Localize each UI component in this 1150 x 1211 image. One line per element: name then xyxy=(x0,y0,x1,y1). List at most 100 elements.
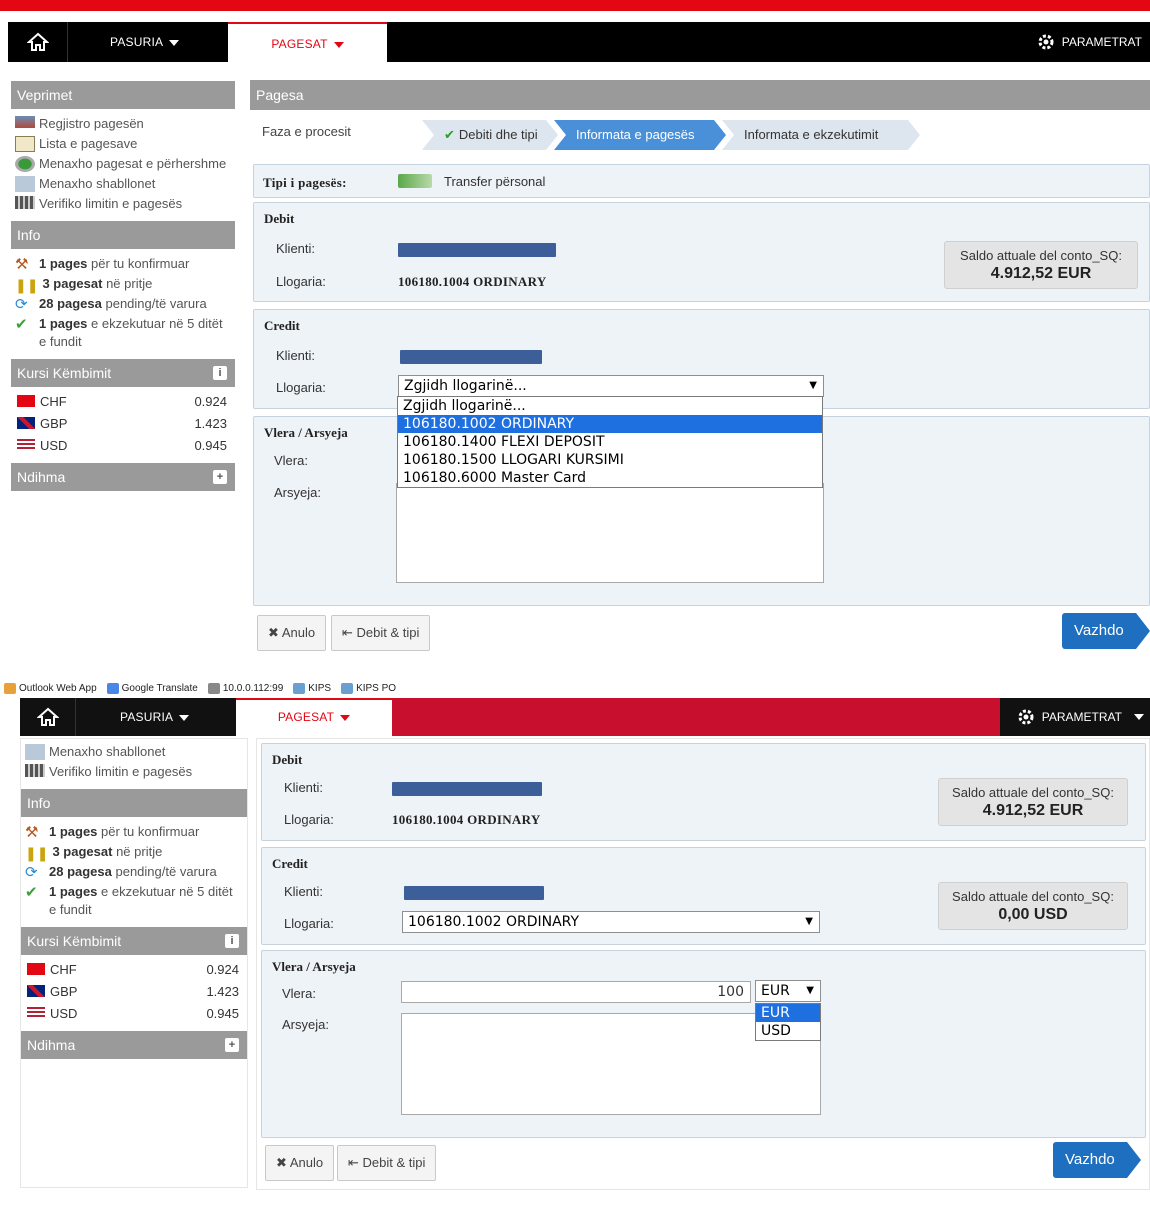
gavel-icon: ⚒ xyxy=(25,824,39,841)
info-to-confirm[interactable]: ⚒ 1 pages për tu konfirmuar xyxy=(25,823,243,841)
info-text: 3 pagesat në pritje xyxy=(52,844,163,859)
info-pending-waiting[interactable]: ⟳ 28 pagesa pending/të varura xyxy=(25,863,243,881)
info-pending[interactable]: ❚❚ 3 pagesat në pritje xyxy=(25,843,243,861)
info-to-confirm[interactable]: ⚒ 1 pages për tu konfirmuar xyxy=(15,255,231,273)
expand-icon[interactable]: + xyxy=(225,1038,239,1052)
credit-panel: Credit Klienti: Llogaria: Zgjidh llogari… xyxy=(253,309,1150,409)
menu-pagesat[interactable]: PAGESAT xyxy=(236,698,392,736)
bookmark-label: 10.0.0.112:99 xyxy=(222,682,284,694)
amount-input[interactable]: 100 xyxy=(401,981,751,1003)
credit-balance: Saldo attuale del conto_SQ: 0,00 USD xyxy=(938,882,1128,930)
info-executed[interactable]: ✔ 1 pages e ekzekutuar në 5 ditët e fundi… xyxy=(25,883,243,919)
settings-menu[interactable]: PARAMETRAT xyxy=(1036,22,1142,62)
sidebar-item-verify-limit[interactable]: Verifiko limitin e pagesës xyxy=(25,763,243,781)
home-icon xyxy=(36,707,59,726)
close-icon: ✖ xyxy=(268,625,279,640)
bookmark-label: KIPS PO xyxy=(356,682,397,694)
info-pending[interactable]: ❚❚ 3 pagesat në pritje xyxy=(15,275,231,293)
currency-select[interactable]: EUR ▼ xyxy=(755,980,821,1002)
bookmark[interactable]: KIPS PO xyxy=(341,682,397,694)
home-button[interactable] xyxy=(20,698,76,736)
sidebar-item-register-payment[interactable]: Regjistro pagesën xyxy=(15,115,231,133)
balance-title: Saldo attuale del conto_SQ: xyxy=(952,785,1114,800)
step-payment-info[interactable]: Informata e pagesës xyxy=(554,120,726,150)
select-value: Zgjidh llogarinë... xyxy=(404,378,527,394)
info-list: ⚒ 1 pages për tu konfirmuar ❚❚ 3 pagesat n… xyxy=(21,817,247,927)
sidebar-item-verify-limit[interactable]: Verifiko limitin e pagesës xyxy=(15,195,231,213)
continue-label: Vazhdo xyxy=(1074,622,1124,639)
payment-type-value: Transfer përsonal xyxy=(444,174,546,189)
debit-panel: Debit Klienti: Llogaria: 106180.1004 ORD… xyxy=(253,202,1150,302)
bookmark[interactable]: Google Translate xyxy=(106,682,198,694)
back-button[interactable]: ⇤ Debit & tipi xyxy=(331,615,431,651)
option[interactable]: USD xyxy=(756,1022,820,1040)
swiss-flag-icon xyxy=(17,395,35,407)
menu-pasuria[interactable]: PASURIA xyxy=(76,698,236,736)
sidebar-item-templates[interactable]: Menaxho shabllonet xyxy=(25,743,243,761)
back-icon: ⇤ xyxy=(348,1155,359,1170)
redacted-client xyxy=(398,243,556,257)
ndihma-title: Ndihma xyxy=(27,1037,76,1053)
cancel-button[interactable]: ✖ Anulo xyxy=(265,1145,335,1181)
info-text: 1 pages e ekzekutuar në 5 ditët e fundit xyxy=(49,884,233,917)
sidebar-item-standing-orders[interactable]: Menaxho pagesat e përhershme xyxy=(15,155,231,173)
continue-button[interactable]: Vazhdo xyxy=(1053,1142,1141,1178)
home-button[interactable] xyxy=(8,22,68,62)
continue-button[interactable]: Vazhdo xyxy=(1062,613,1150,649)
rate-code: USD xyxy=(50,1006,78,1021)
sidebar-item-label: Menaxho pagesat e përhershme xyxy=(39,156,227,171)
reason-textarea[interactable] xyxy=(396,483,824,583)
sidebar: Veprimet Regjistro pagesën Lista e pages… xyxy=(11,81,235,491)
transfer-icon xyxy=(398,174,432,188)
step-debit[interactable]: ✔ Debiti dhe tipi xyxy=(422,120,558,150)
info-icon[interactable]: i xyxy=(213,366,227,380)
option[interactable]: Zgjidh llogarinë... xyxy=(398,397,822,415)
back-label: Debit & tipi xyxy=(356,625,420,640)
info-pending-waiting[interactable]: ⟳ 28 pagesa pending/të varura xyxy=(15,295,231,313)
balance-value: 4.912,52 EUR xyxy=(982,802,1084,819)
page-icon xyxy=(293,682,306,694)
menu-pasuria[interactable]: PASURIA xyxy=(110,22,180,62)
menu-pasuria-label: PASURIA xyxy=(120,710,174,724)
credit-account-select[interactable]: Zgjidh llogarinë... ▼ xyxy=(398,375,824,397)
rate-value: 0.945 xyxy=(206,1006,239,1021)
option-selected[interactable]: 106180.1002 ORDINARY xyxy=(398,415,822,433)
uk-flag-icon xyxy=(27,985,45,997)
step-label: Informata e ekzekutimit xyxy=(744,127,879,142)
info-icon[interactable]: i xyxy=(225,934,239,948)
home-icon xyxy=(26,32,49,51)
expand-icon[interactable]: + xyxy=(213,470,227,484)
balance-value: 4.912,52 EUR xyxy=(990,265,1092,282)
option[interactable]: 106180.1500 LLOGARI KURSIMI xyxy=(398,451,822,469)
amount-value: 100 xyxy=(717,984,744,1000)
bookmark[interactable]: KIPS xyxy=(293,682,332,694)
sidebar-item-templates[interactable]: Menaxho shabllonet xyxy=(15,175,231,193)
chevron-down-icon: ▼ xyxy=(806,985,814,996)
option[interactable]: 106180.6000 Master Card xyxy=(398,469,822,487)
cancel-button[interactable]: ✖ Anulo xyxy=(257,615,327,651)
sidebar-item-payment-list[interactable]: Lista e pagesave xyxy=(15,135,231,153)
credit-account-select[interactable]: 106180.1002 ORDINARY ▼ xyxy=(402,911,820,933)
debit-client-label: Klienti: xyxy=(276,241,316,256)
bookmark[interactable]: 10.0.0.112:99 xyxy=(207,682,284,694)
currency-dropdown: EUR USD xyxy=(755,1003,821,1041)
info-list: ⚒ 1 pages për tu konfirmuar ❚❚ 3 pagesat n… xyxy=(11,249,235,359)
step-execution-info[interactable]: Informata e ekzekutimit xyxy=(722,120,920,150)
menu-pagesat-label: PAGESAT xyxy=(271,37,328,51)
back-button[interactable]: ⇤ Debit & tipi xyxy=(337,1145,437,1181)
settings-menu[interactable]: PARAMETRAT xyxy=(999,698,1150,736)
credit-account-dropdown: Zgjidh llogarinë... 106180.1002 ORDINARY… xyxy=(397,396,823,488)
amount-panel: Vlera / Arsyeja Vlera: 100 EUR ▼ EUR USD … xyxy=(261,950,1146,1138)
template-icon xyxy=(25,744,45,760)
bookmark-label: KIPS xyxy=(308,682,332,694)
option[interactable]: 106180.1400 FLEXI DEPOSIT xyxy=(398,433,822,451)
option-selected[interactable]: EUR xyxy=(756,1004,820,1022)
info-executed[interactable]: ✔ 1 pages e ekzekutuar në 5 ditët e fundi… xyxy=(15,315,231,351)
veprimet-list: Regjistro pagesën Lista e pagesave Menax… xyxy=(11,109,235,221)
bookmark[interactable]: Outlook Web App xyxy=(4,682,97,694)
check-icon: ✔ xyxy=(15,316,28,333)
ndihma-header: Ndihma + xyxy=(21,1031,247,1059)
sidebar: Menaxho shabllonet Verifiko limitin e pa… xyxy=(20,738,248,1188)
menu-pagesat[interactable]: PAGESAT xyxy=(228,22,387,62)
rate-value: 1.423 xyxy=(194,416,227,431)
